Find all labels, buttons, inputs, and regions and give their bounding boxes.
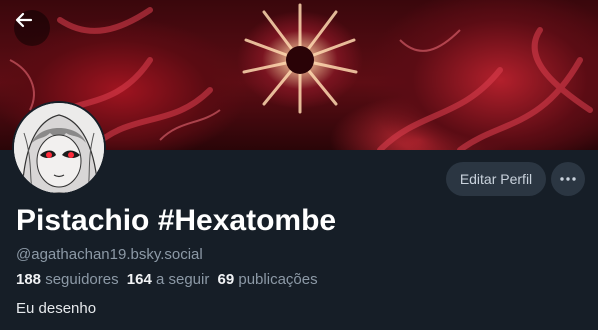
posts-label: publicações: [238, 271, 318, 288]
posts-stat: 69 publicações: [218, 271, 318, 288]
display-name: Pistachio #Hexatombe: [16, 204, 337, 237]
avatar[interactable]: [12, 101, 106, 195]
following-label: a seguir: [155, 271, 210, 288]
followers-count: 188: [16, 271, 42, 288]
avatar-image: [14, 103, 104, 193]
profile-stats: 188 seguidores 164 a seguir 69 publicaçõ…: [16, 271, 322, 288]
edit-profile-button[interactable]: Editar Perfil: [446, 162, 546, 196]
profile-bio: Eu desenho: [16, 300, 97, 317]
back-button[interactable]: [14, 10, 50, 46]
following-stat[interactable]: 164 a seguir: [127, 271, 210, 288]
ellipsis-icon: [560, 177, 576, 181]
posts-count: 69: [217, 271, 235, 288]
followers-stat[interactable]: 188 seguidores: [16, 271, 119, 288]
profile-handle: @agathachan19.bsky.social: [16, 246, 203, 263]
arrow-left-icon: [15, 12, 33, 28]
more-options-button[interactable]: [551, 162, 585, 196]
followers-label: seguidores: [45, 271, 119, 288]
following-count: 164: [126, 271, 152, 288]
